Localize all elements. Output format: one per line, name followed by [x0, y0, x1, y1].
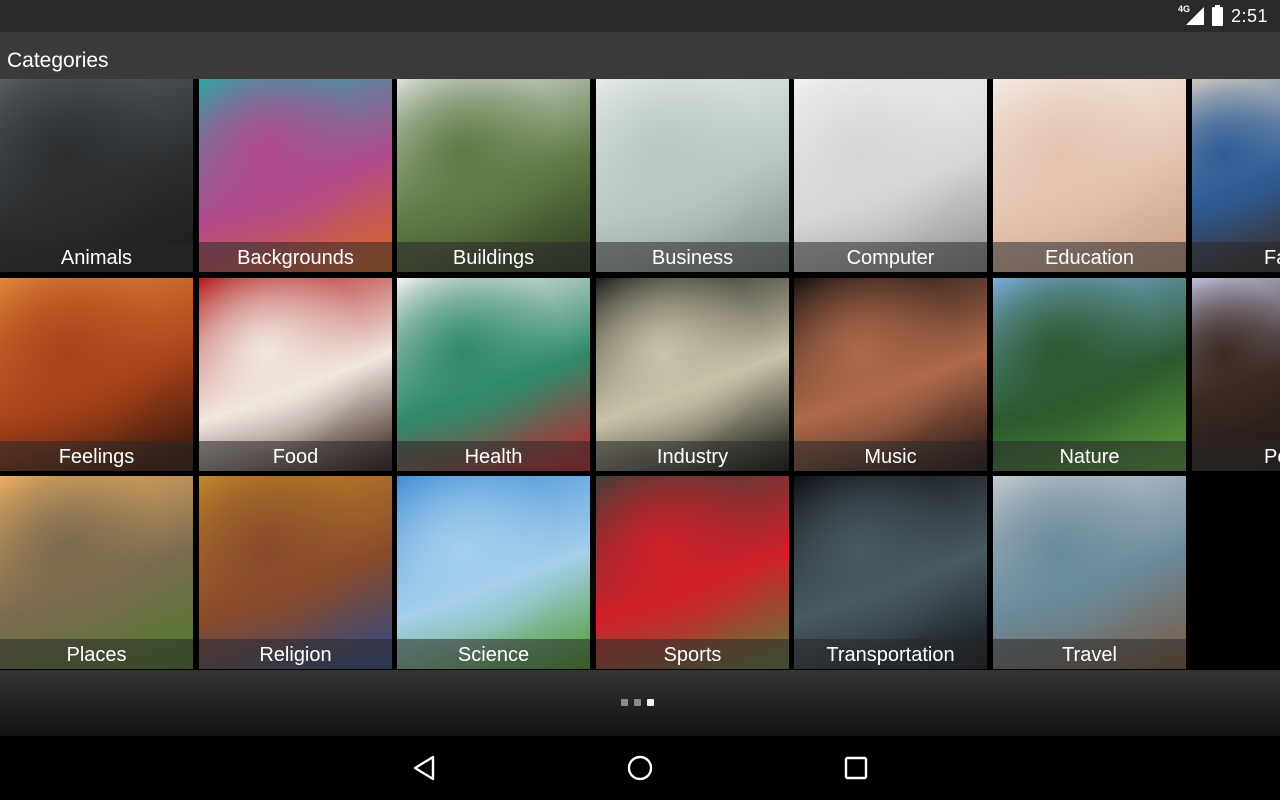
category-label: Travel — [1062, 644, 1117, 666]
back-triangle-icon — [413, 755, 435, 781]
recents-square-icon — [844, 756, 868, 780]
home-button[interactable] — [626, 754, 654, 782]
status-bar: 4G 2:51 — [0, 0, 1280, 32]
category-tile-computer[interactable]: Computer — [794, 79, 987, 272]
page-dot-1[interactable] — [621, 699, 628, 706]
category-label: Places — [66, 644, 127, 666]
category-label: Fashion — [1264, 247, 1280, 269]
back-button[interactable] — [411, 754, 439, 782]
category-grid[interactable]: Animals Backgrounds Buildings Business Compu… — [0, 79, 1280, 670]
category-tile-science[interactable]: Science — [397, 476, 590, 669]
page-indicator — [621, 699, 654, 706]
page-title: Categories — [7, 49, 109, 72]
category-label: Industry — [656, 446, 729, 468]
category-label: Science — [457, 644, 530, 666]
category-tile-backgrounds[interactable]: Backgrounds — [199, 79, 392, 272]
category-tile-animals[interactable]: Animals — [0, 79, 193, 272]
category-tile-transportation[interactable]: Transportation — [794, 476, 987, 669]
category-label: Computer — [846, 247, 935, 269]
category-label: Religion — [259, 644, 332, 666]
category-tile-places[interactable]: Places — [0, 476, 193, 669]
category-label: People — [1264, 446, 1280, 468]
battery-full-icon — [1211, 4, 1223, 26]
category-label: Transportation — [826, 644, 955, 666]
category-tile-travel[interactable]: Travel — [993, 476, 1186, 669]
category-tile-fashion[interactable]: Fashion — [1192, 79, 1280, 272]
category-label: Music — [864, 446, 917, 468]
category-tile-nature[interactable]: Nature — [993, 278, 1186, 471]
category-label: Buildings — [452, 247, 535, 269]
category-label: Backgrounds — [237, 247, 354, 269]
status-icons: 4G 2:51 — [1178, 4, 1268, 28]
status-time: 2:51 — [1230, 5, 1268, 26]
category-label: Nature — [1059, 446, 1120, 468]
category-label: Education — [1045, 247, 1134, 269]
category-tile-music[interactable]: Music — [794, 278, 987, 471]
category-tile-education[interactable]: Education — [993, 79, 1186, 272]
recents-button[interactable] — [842, 754, 870, 782]
navigation-bar — [0, 736, 1280, 800]
category-tile-people[interactable]: People — [1192, 278, 1280, 471]
category-label: Health — [464, 446, 523, 468]
category-tile-sports[interactable]: Sports — [596, 476, 789, 669]
category-tile-business[interactable]: Business — [596, 79, 789, 272]
category-tile-religion[interactable]: Religion — [199, 476, 392, 669]
app-bar: Categories — [0, 32, 1280, 79]
pager-area — [0, 670, 1280, 736]
category-tile-industry[interactable]: Industry — [596, 278, 789, 471]
category-tile-feelings[interactable]: Feelings — [0, 278, 193, 471]
category-tile-food[interactable]: Food — [199, 278, 392, 471]
category-label: Sports — [663, 644, 722, 666]
category-label: Feelings — [58, 446, 135, 468]
cell-signal-icon: 4G — [1178, 4, 1204, 26]
home-circle-icon — [627, 755, 653, 781]
category-tile-buildings[interactable]: Buildings — [397, 79, 590, 272]
category-tile-health[interactable]: Health — [397, 278, 590, 471]
page-dot-3[interactable] — [647, 699, 654, 706]
category-label: Business — [651, 247, 734, 269]
category-label: Food — [272, 446, 319, 468]
category-label: Animals — [60, 247, 133, 269]
page-dot-2[interactable] — [634, 699, 641, 706]
